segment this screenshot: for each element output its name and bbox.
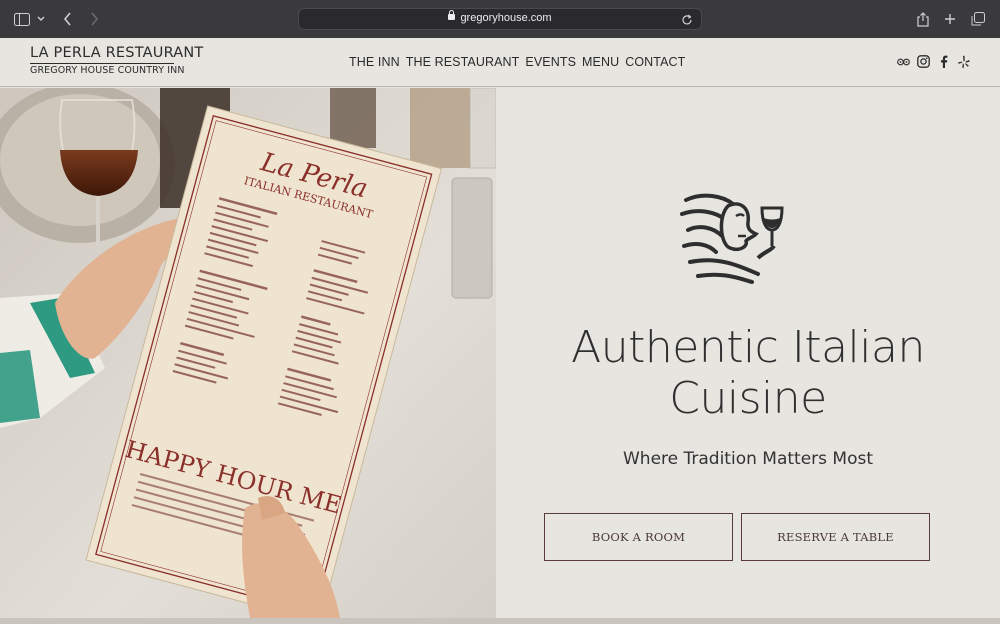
reserve-a-table-button[interactable]: RESERVE A TABLE [741,513,930,561]
nav-contact[interactable]: CONTACT [625,55,685,69]
facebook-icon[interactable] [937,55,950,68]
hero-headline-line2: Cuisine [669,373,827,424]
hero-headline-line1: Authentic Italian [571,322,925,373]
logo-subtitle: GREGORY HOUSE COUNTRY INN [30,65,185,76]
sidebar-toggle-icon[interactable] [14,9,30,29]
site-logo[interactable]: LA PERLA RESTAURANT GREGORY HOUSE COUNTR… [30,45,204,76]
yelp-icon[interactable] [957,55,970,68]
nav-events[interactable]: EVENTS [525,55,576,69]
nav-menu[interactable]: MENU [582,55,619,69]
reload-icon[interactable] [682,13,693,31]
hero-subheading: Where Tradition Matters Most [622,449,873,469]
mascot-logo-icon [680,193,784,284]
browser-toolbar: gregoryhouse.com [0,0,1000,38]
share-icon[interactable] [916,9,930,29]
url-text: gregoryhouse.com [460,12,552,24]
hero-headline: Authentic Italian Cuisine [496,322,1000,424]
book-a-room-button[interactable]: BOOK A ROOM [544,513,733,561]
hero-photo: La Perla ITALIAN RESTAURANT HAPPY HOUR M… [0,88,496,618]
nav-the-restaurant[interactable]: THE RESTAURANT [406,55,520,69]
hero-content: Authentic Italian Cuisine Where Traditio… [496,88,1000,618]
social-links [897,55,970,68]
logo-divider [30,63,174,64]
tripadvisor-icon[interactable] [897,55,910,68]
back-icon[interactable] [60,9,74,29]
chevron-down-icon[interactable] [36,9,46,29]
tab-overview-icon[interactable] [970,9,986,29]
forward-icon[interactable] [87,9,101,29]
main-nav: THE INN THE RESTAURANT EVENTS MENU CONTA… [349,55,685,69]
menu-photo-illustration: La Perla ITALIAN RESTAURANT HAPPY HOUR M… [0,88,496,618]
new-tab-icon[interactable] [943,9,957,29]
lock-icon [448,10,456,20]
nav-the-inn[interactable]: THE INN [349,55,400,69]
site-header: LA PERLA RESTAURANT GREGORY HOUSE COUNTR… [0,38,1000,87]
page-bottom-divider [0,618,1000,624]
instagram-icon[interactable] [917,55,930,68]
address-bar[interactable]: gregoryhouse.com [298,8,702,30]
logo-title: LA PERLA RESTAURANT [30,45,204,61]
